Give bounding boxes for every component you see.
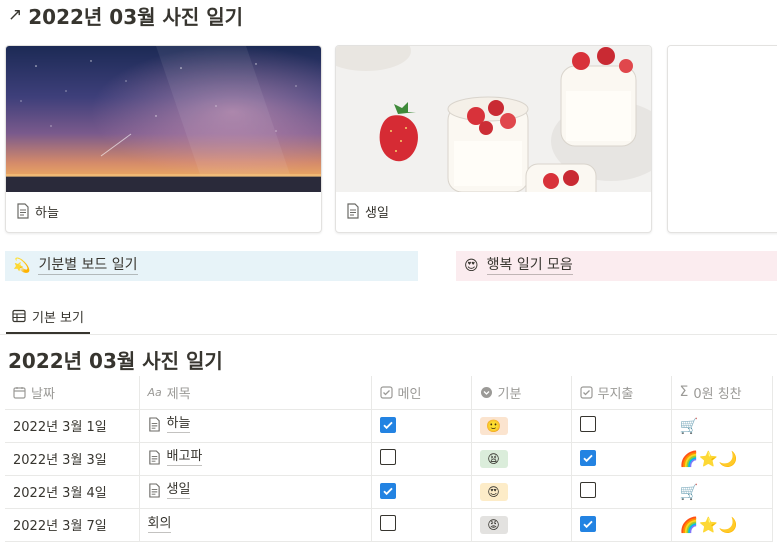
praise-value: 🌈⭐🌙 — [679, 449, 739, 468]
praise-cell: 🌈⭐🌙 — [671, 442, 773, 476]
callout-link[interactable]: 행복 일기 모음 — [486, 257, 573, 275]
main-checkbox[interactable] — [379, 448, 396, 465]
gallery-card[interactable]: 하늘 — [5, 45, 322, 233]
table-header-row: 날짜 Aa 제목 메인 기분 무지출 Σ 0원 칭찬 — [5, 376, 773, 410]
gallery-card[interactable] — [667, 45, 777, 233]
page-icon — [17, 203, 29, 219]
no-spend-cell[interactable] — [571, 409, 672, 443]
mood-cell[interactable]: 😫 — [471, 442, 572, 476]
main-checkbox[interactable] — [379, 482, 396, 499]
column-header-mood[interactable]: 기분 — [471, 376, 572, 410]
title-cell[interactable]: 하늘 — [139, 409, 372, 443]
no-spend-checkbox[interactable] — [579, 415, 596, 432]
praise-cell: 🛒 — [671, 475, 773, 509]
callout-link[interactable]: 기분별 보드 일기 — [38, 257, 138, 275]
row-title-link[interactable]: 생일 — [166, 482, 191, 499]
page-icon — [148, 482, 160, 498]
main-cell[interactable] — [371, 409, 472, 443]
row-title-link[interactable]: 회의 — [147, 516, 172, 533]
calendar-icon — [13, 386, 26, 399]
tab-default-view[interactable]: 기본 보기 — [6, 300, 90, 334]
mood-tag[interactable]: 🙂 — [479, 416, 508, 435]
table-icon — [12, 309, 26, 323]
checkbox-icon — [579, 386, 593, 399]
table-row[interactable]: 2022년 3월 4일 생일 😍 🛒 — [5, 475, 773, 509]
page-icon — [347, 203, 359, 219]
database-title[interactable]: 2022년 03월 사진 일기 — [8, 345, 223, 374]
milky-way-image — [6, 46, 321, 192]
page-icon — [148, 449, 160, 465]
main-cell[interactable] — [371, 475, 472, 509]
column-header-date[interactable]: 날짜 — [5, 376, 140, 410]
select-icon — [480, 386, 492, 398]
mood-cell[interactable]: 🙂 — [471, 409, 572, 443]
page-icon — [148, 416, 160, 432]
praise-cell: 🛒 — [671, 409, 773, 443]
gallery-card-caption — [668, 192, 777, 230]
praise-value: 🛒 — [679, 482, 700, 501]
gallery-card-caption: 하늘 — [6, 192, 321, 230]
no-spend-cell[interactable] — [571, 442, 672, 476]
link-arrow-icon: ↗ — [8, 5, 23, 25]
main-cell[interactable] — [371, 508, 472, 542]
date-cell[interactable]: 2022년 3월 3일 — [5, 442, 140, 476]
checkbox-icon — [379, 386, 393, 399]
no-spend-checkbox[interactable] — [579, 449, 596, 466]
praise-cell: 🌈⭐🌙 — [671, 508, 773, 542]
blank-image — [668, 46, 777, 192]
title-cell[interactable]: 회의 — [139, 508, 372, 542]
happy-diary-callout[interactable]: 😍 행복 일기 모음 — [456, 251, 777, 281]
mood-cell[interactable]: 😡 — [471, 508, 572, 542]
dizzy-star-icon: 💫 — [13, 258, 31, 274]
mood-tag[interactable]: 😍 — [479, 482, 508, 501]
row-title-link[interactable]: 하늘 — [166, 416, 191, 433]
page-title: 2022년 03월 사진 일기 — [28, 4, 244, 29]
no-spend-checkbox[interactable] — [579, 515, 596, 532]
column-header-no-spend[interactable]: 무지출 — [571, 376, 672, 410]
strawberry-dessert-image — [336, 46, 651, 192]
praise-value: 🌈⭐🌙 — [679, 515, 739, 534]
main-checkbox[interactable] — [379, 416, 396, 433]
page-title-link[interactable]: ↗ 2022년 03월 사진 일기 — [8, 0, 243, 30]
column-header-main[interactable]: 메인 — [371, 376, 472, 410]
mood-tag[interactable]: 😫 — [479, 449, 508, 468]
gallery-card[interactable]: 생일 — [335, 45, 652, 233]
mood-cell[interactable]: 😍 — [471, 475, 572, 509]
table-row[interactable]: 2022년 3월 1일 하늘 🙂 🛒 — [5, 409, 773, 443]
title-cell[interactable]: 배고파 — [139, 442, 372, 476]
formula-sigma-icon: Σ — [679, 384, 689, 401]
no-spend-cell[interactable] — [571, 475, 672, 509]
no-spend-cell[interactable] — [571, 508, 672, 542]
table-row[interactable]: 2022년 3월 3일 배고파 😫 🌈⭐🌙 — [5, 442, 773, 476]
tab-divider — [0, 334, 777, 335]
text-aa-icon: Aa — [147, 385, 162, 399]
date-cell[interactable]: 2022년 3월 7일 — [5, 508, 140, 542]
row-title-link[interactable]: 배고파 — [166, 449, 203, 466]
title-cell[interactable]: 생일 — [139, 475, 372, 509]
date-cell[interactable]: 2022년 3월 4일 — [5, 475, 140, 509]
gallery-card-caption: 생일 — [336, 192, 651, 230]
column-header-title[interactable]: Aa 제목 — [139, 376, 372, 410]
mood-board-callout[interactable]: 💫 기분별 보드 일기 — [5, 251, 418, 281]
date-cell[interactable]: 2022년 3월 1일 — [5, 409, 140, 443]
heart-eyes-icon: 😍 — [464, 258, 479, 274]
mood-tag[interactable]: 😡 — [479, 515, 508, 534]
praise-value: 🛒 — [679, 416, 700, 435]
main-checkbox[interactable] — [379, 514, 396, 531]
column-header-praise[interactable]: Σ 0원 칭찬 — [671, 376, 773, 410]
diary-table: 날짜 Aa 제목 메인 기분 무지출 Σ 0원 칭찬 2022년 3월 1일 하늘… — [5, 376, 773, 542]
no-spend-checkbox[interactable] — [579, 481, 596, 498]
main-cell[interactable] — [371, 442, 472, 476]
table-row[interactable]: 2022년 3월 7일 회의 😡 🌈⭐🌙 — [5, 508, 773, 542]
